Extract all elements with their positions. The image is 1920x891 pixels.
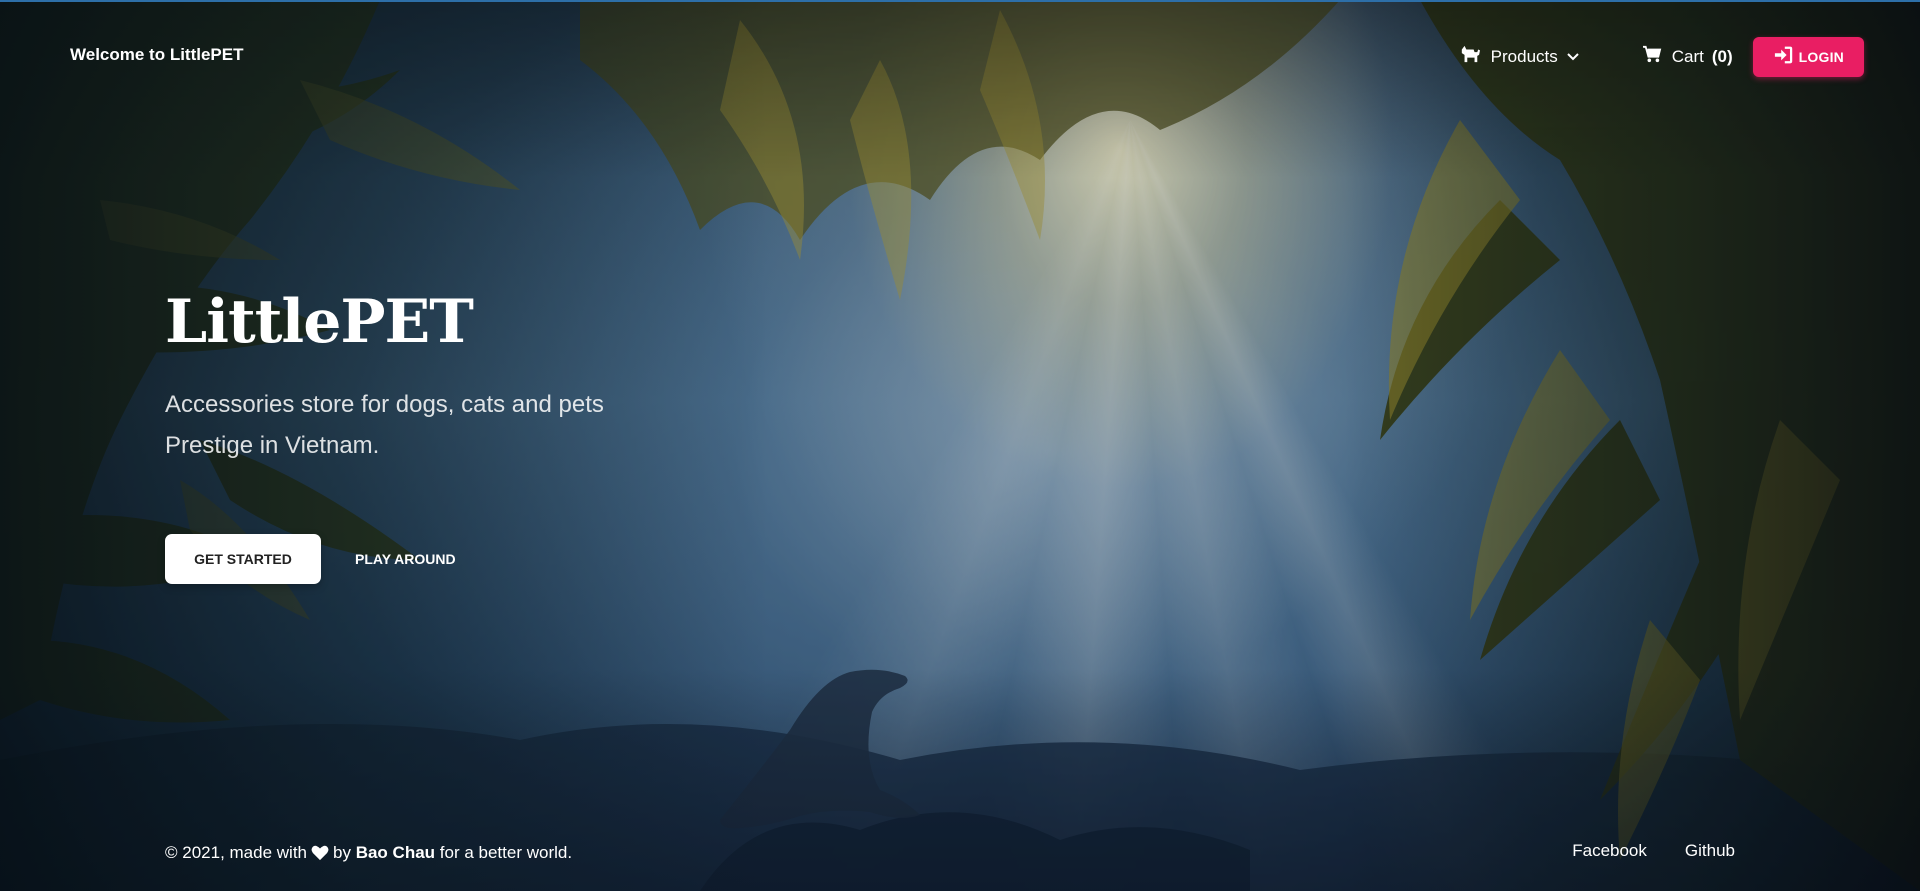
brand-link[interactable]: Welcome to LittlePET [70, 45, 244, 65]
heart-icon [311, 845, 329, 861]
products-dropdown[interactable]: Products [1445, 36, 1604, 77]
footer-links: Facebook Github [1572, 841, 1735, 861]
login-button[interactable]: LOGIN [1752, 36, 1864, 77]
login-label: LOGIN [1798, 48, 1844, 65]
top-border [0, 0, 1920, 2]
copyright-text: © 2021, made with by Bao Chau for a bett… [165, 843, 572, 863]
github-link[interactable]: Github [1685, 841, 1735, 861]
hero-actions: GET STARTED PLAY AROUND [165, 534, 865, 584]
chevron-down-icon [1566, 47, 1590, 67]
hero-title: LittlePET [165, 287, 474, 357]
landing-page: Welcome to LittlePET Products Cart (0) L… [0, 0, 1920, 891]
nav-menu: Products Cart (0) LOGIN [1445, 36, 1864, 77]
products-label: Products [1490, 46, 1558, 66]
get-started-button[interactable]: GET STARTED [165, 534, 321, 584]
cart-link[interactable]: Cart (0) [1628, 37, 1747, 76]
copyright-prefix: © 2021, made with [165, 843, 307, 862]
top-navbar: Welcome to LittlePET Products Cart (0) L… [0, 0, 1920, 110]
copyright-by: by [333, 843, 351, 862]
hero-subtitle: Accessories store for dogs, cats and pet… [165, 391, 604, 459]
author-name: Bao Chau [355, 843, 436, 862]
cart-count: (0) [1711, 46, 1733, 66]
footer: © 2021, made with by Bao Chau for a bett… [0, 831, 1920, 891]
dog-icon [1459, 44, 1491, 69]
hero-section: LittlePET Accessories store for dogs, ca… [165, 286, 865, 584]
facebook-link[interactable]: Facebook [1572, 841, 1647, 861]
copyright-suffix: for a better world. [439, 843, 573, 862]
cart-label: Cart [1671, 46, 1704, 66]
cart-icon [1642, 45, 1672, 68]
sign-in-icon [1773, 46, 1799, 67]
play-around-button[interactable]: PLAY AROUND [355, 551, 456, 567]
